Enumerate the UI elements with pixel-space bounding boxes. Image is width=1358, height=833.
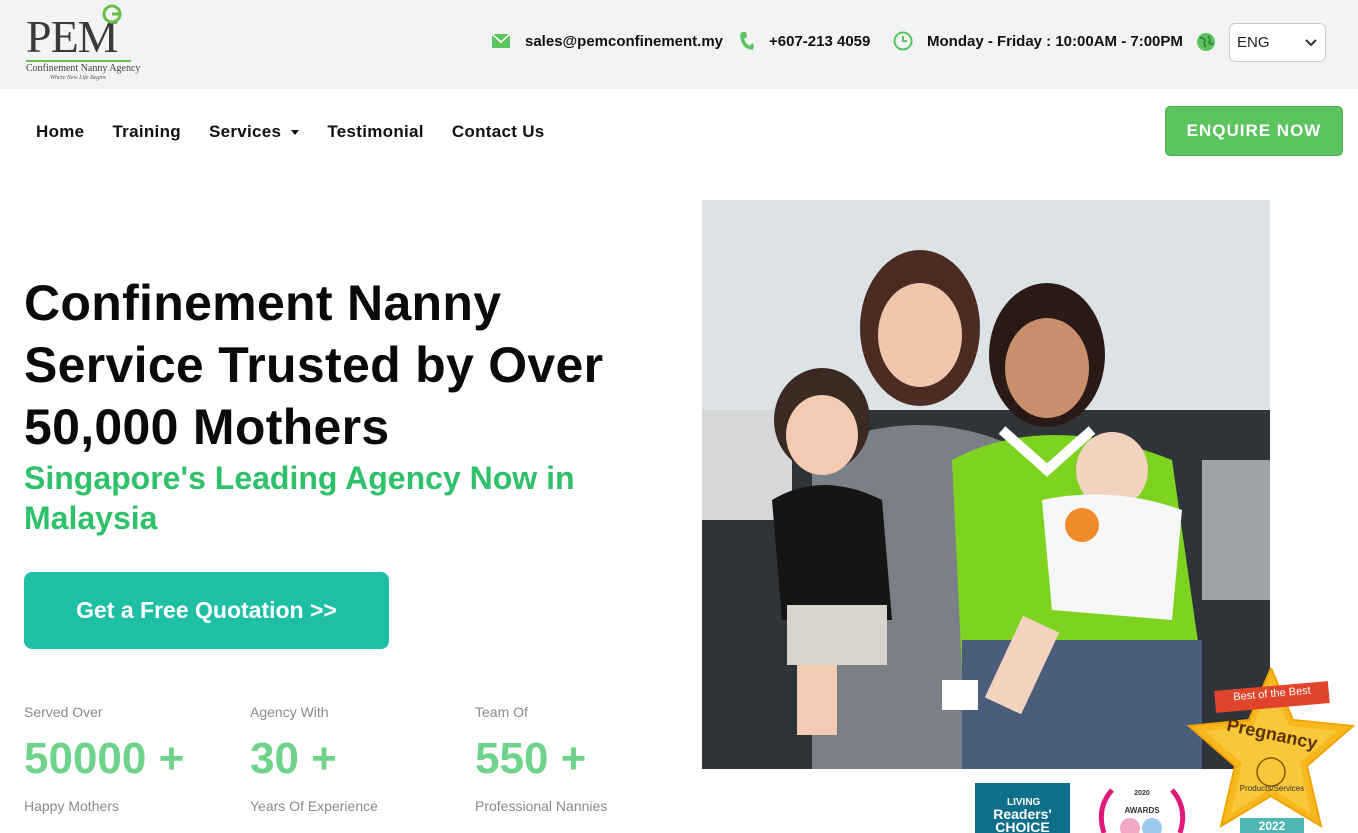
enquire-now-button[interactable]: ENQUIRE NOW xyxy=(1165,106,1343,156)
email-contact[interactable]: sales@pemconfinement.my xyxy=(491,26,723,56)
logo-tagline: Where New Life Begins xyxy=(50,75,107,81)
stat-mothers: Served Over 50000 + Happy Mothers xyxy=(24,704,244,814)
main-nav: Home Training Services Testimonial Conta… xyxy=(36,120,573,144)
badge-living: LIVING xyxy=(1007,797,1041,808)
hero-headline: Confinement Nanny Service Trusted by Ove… xyxy=(24,275,604,455)
stat-top-label: Served Over xyxy=(24,704,103,720)
phone-contact[interactable]: +607-213 4059 xyxy=(739,26,870,56)
badge-choice: CHOICE xyxy=(995,819,1050,833)
awards-year: 2020 xyxy=(1134,790,1150,797)
logo-divider xyxy=(26,60,131,62)
language-select[interactable]: ENG xyxy=(1229,23,1326,62)
stat-bottom-label: Happy Mothers xyxy=(24,798,119,814)
hours-info: Monday - Friday : 10:00AM - 7:00PM xyxy=(893,26,1183,56)
best-of-best-badge: Best of the Best Pregnancy Products/Serv… xyxy=(1185,665,1358,833)
awards-label: AWARDS xyxy=(1124,806,1160,815)
stat-top-label: Team Of xyxy=(475,704,528,720)
phone-text: +607-213 4059 xyxy=(769,32,871,50)
badge-year: 2022 xyxy=(1258,819,1286,833)
logo-leaf-icon xyxy=(102,4,122,24)
caret-down-icon xyxy=(291,129,300,135)
chevron-down-icon xyxy=(1305,34,1317,51)
stat-experience: Agency With 30 + Years Of Experience xyxy=(250,704,470,814)
stat-bottom-label: Professional Nannies xyxy=(475,798,608,814)
phone-icon xyxy=(739,31,755,51)
readers-choice-badge: LIVING Readers' CHOICE xyxy=(975,783,1070,833)
nav-item-training[interactable]: Training xyxy=(112,122,181,142)
awards-badge: 2020 AWARDS xyxy=(1092,778,1192,833)
nav-item-services-label: Services xyxy=(208,122,282,141)
email-text: sales@pemconfinement.my xyxy=(525,32,724,50)
stat-nannies: Team Of 550 + Professional Nannies xyxy=(475,704,695,814)
nav-item-services[interactable]: Services xyxy=(208,122,300,142)
stat-top-label: Agency With xyxy=(250,704,329,720)
free-quotation-button[interactable]: Get a Free Quotation >> xyxy=(24,572,389,649)
hours-text: Monday - Friday : 10:00AM - 7:00PM xyxy=(927,32,1183,50)
nav-item-contact[interactable]: Contact Us xyxy=(452,122,545,142)
clock-icon xyxy=(893,31,913,51)
language-value: ENG xyxy=(1237,34,1270,51)
top-bar: PEM Confinement Nanny Agency Where New L… xyxy=(0,0,1358,89)
stat-number: 30 + xyxy=(250,734,337,783)
logo-subtitle: Confinement Nanny Agency xyxy=(26,63,141,74)
hero-subheadline: Singapore's Leading Agency Now in Malays… xyxy=(24,460,575,536)
stat-number: 550 + xyxy=(475,734,587,783)
stat-number: 50000 + xyxy=(24,734,185,783)
badge-category: Products/Services xyxy=(1239,784,1305,793)
globe-icon xyxy=(1196,32,1216,57)
nav-item-testimonial[interactable]: Testimonial xyxy=(327,122,424,142)
pem-logo[interactable]: PEM Confinement Nanny Agency Where New L… xyxy=(26,4,140,82)
nav-item-home[interactable]: Home xyxy=(36,122,84,142)
stat-bottom-label: Years Of Experience xyxy=(250,798,378,814)
mail-icon xyxy=(491,33,511,49)
